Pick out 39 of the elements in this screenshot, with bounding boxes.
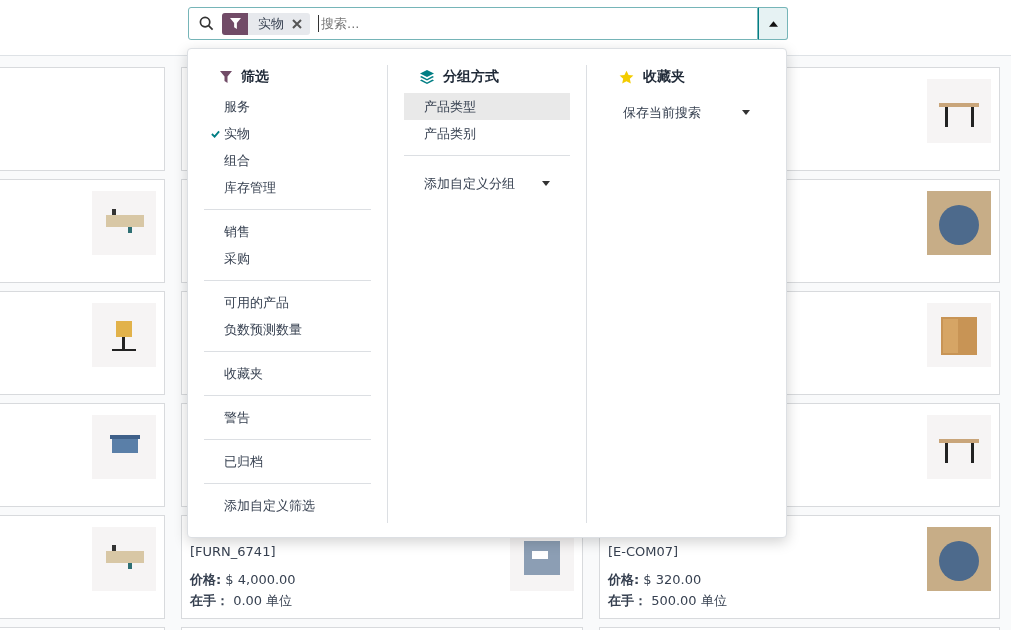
search-input[interactable]: 搜索... (318, 15, 749, 32)
filter-icon (220, 71, 232, 83)
filter-option[interactable]: 可用的产品 (204, 289, 371, 316)
price-text: 价格: $ 320.00 (608, 571, 703, 589)
filter-option[interactable]: 实物 (204, 120, 371, 147)
star-icon (619, 69, 635, 85)
favorites-heading: 收藏夹 (643, 68, 686, 86)
product-code: [FURN_6741] (190, 544, 277, 559)
filter-option[interactable]: 收藏夹 (204, 360, 371, 387)
filter-heading: 筛选 (241, 68, 269, 86)
layers-icon (419, 70, 434, 84)
group-by-heading: 分组方式 (442, 68, 499, 86)
save-search-toggle[interactable]: 保存当前搜索 (603, 99, 770, 126)
filter-option[interactable]: 负数预测数量 (204, 316, 371, 343)
product-code: [E-COM07] (608, 544, 680, 559)
group-by-option[interactable]: 产品类别 (403, 120, 571, 147)
filter-option[interactable]: 库存管理 (204, 174, 371, 201)
search-icon (199, 16, 214, 31)
caret-icon (768, 20, 778, 27)
check-icon (211, 130, 220, 138)
filter-option[interactable]: 服务 (204, 93, 371, 120)
caret-icon (542, 181, 551, 186)
group-by-option[interactable]: 产品类型 (403, 93, 571, 120)
dropdown-toggle-button[interactable] (758, 7, 788, 40)
filter-option[interactable]: 销售 (204, 218, 371, 245)
filter-option[interactable]: 警告 (204, 404, 371, 431)
price-text: 价格: $ 4,000.00 (190, 571, 296, 589)
product-card[interactable] (0, 403, 165, 507)
filter-option[interactable]: 组合 (204, 147, 371, 174)
custom-group-select[interactable]: 添加自定义分组 (403, 170, 571, 197)
on-hand-text: 在手： 0.00 单位 (190, 592, 294, 610)
facet-label: 实物 (257, 14, 285, 33)
filter-option[interactable]: 采购 (204, 245, 371, 272)
close-icon[interactable] (292, 18, 302, 29)
on-hand-text: 在手： 500.00 单位 (608, 592, 727, 610)
search-field[interactable]: 实物 搜索... (188, 7, 758, 40)
filter-icon (222, 12, 248, 35)
filter-option[interactable]: 已归档 (204, 448, 371, 475)
caret-icon (742, 110, 750, 115)
